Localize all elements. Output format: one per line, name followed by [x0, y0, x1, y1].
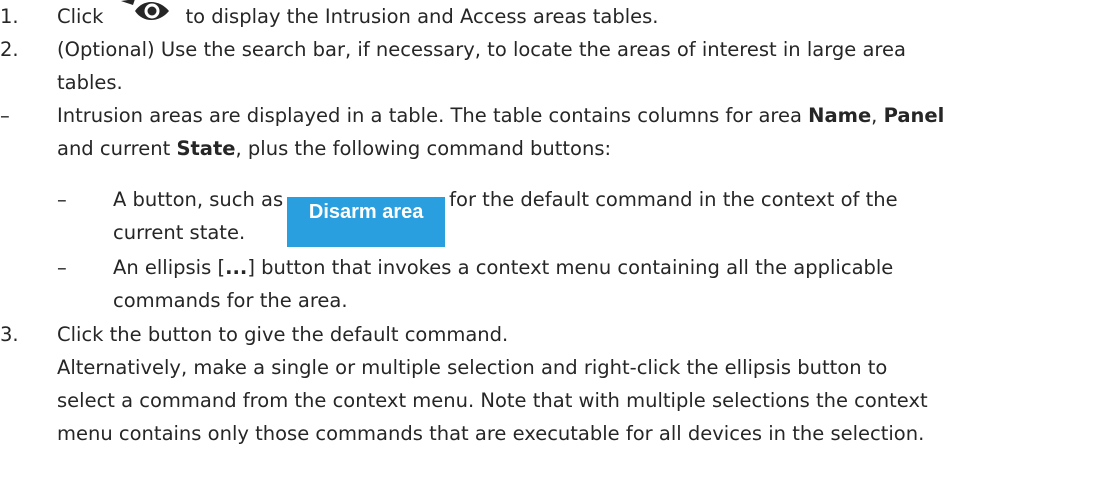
sub-bullet-text-line1: An ellipsis [...] button that invokes a …	[113, 251, 893, 284]
step-text-before: Click	[57, 5, 104, 28]
bullet-separator: ,	[871, 104, 878, 127]
sub-bullet-text-line2: current state.	[113, 221, 246, 244]
step-number: 3.	[0, 323, 19, 346]
step-text-line2: tables.	[57, 71, 123, 94]
step-text-line1: (Optional) Use the search bar, if necess…	[57, 38, 906, 61]
ellipsis-label: ...	[225, 256, 248, 279]
eye-icon[interactable]	[111, 0, 175, 27]
disarm-area-button-label: Disarm area	[308, 201, 424, 223]
bullet-marker: –	[0, 104, 10, 127]
column-panel-label: Panel	[883, 104, 945, 127]
step-text-after: to display the Intrusion and Access area…	[185, 5, 659, 28]
step-text-line1: Click the button to give the default com…	[57, 323, 509, 346]
sub-bullet-text-after: for the default command in the context o…	[449, 188, 898, 211]
step-text-line2: Alternatively, make a single or multiple…	[57, 356, 888, 379]
step-number: 1.	[0, 5, 19, 28]
column-name-label: Name	[808, 104, 872, 127]
sub-bullet-marker: –	[57, 256, 67, 279]
column-state-label: State	[176, 137, 236, 160]
step-number: 2.	[0, 38, 19, 61]
sub-bullet-text-line2: commands for the area.	[113, 289, 348, 312]
bullet-text-a: Intrusion areas are displayed in a table…	[57, 104, 802, 127]
bullet-text-line1: Intrusion areas are displayed in a table…	[57, 99, 944, 132]
step-text-line4: menu contains only those commands that a…	[57, 422, 925, 445]
sub-bullet-text-before: A button, such as	[113, 188, 284, 211]
bullet-text-c: , plus the following command buttons:	[235, 137, 612, 160]
disarm-area-button[interactable]: Disarm area	[287, 197, 446, 247]
step-text: Click to display the Intrusion and Acces…	[57, 0, 659, 33]
bullet-text-line2: and current State, plus the following co…	[57, 132, 611, 165]
step-text-line3: select a command from the context menu. …	[57, 389, 928, 412]
bullet-text-b: and current	[57, 137, 171, 160]
sub-bullet-text-after: ] button that invokes a context menu con…	[247, 256, 894, 279]
sub-bullet-text-before: An ellipsis [	[113, 256, 226, 279]
sub-bullet-marker: –	[57, 188, 67, 211]
